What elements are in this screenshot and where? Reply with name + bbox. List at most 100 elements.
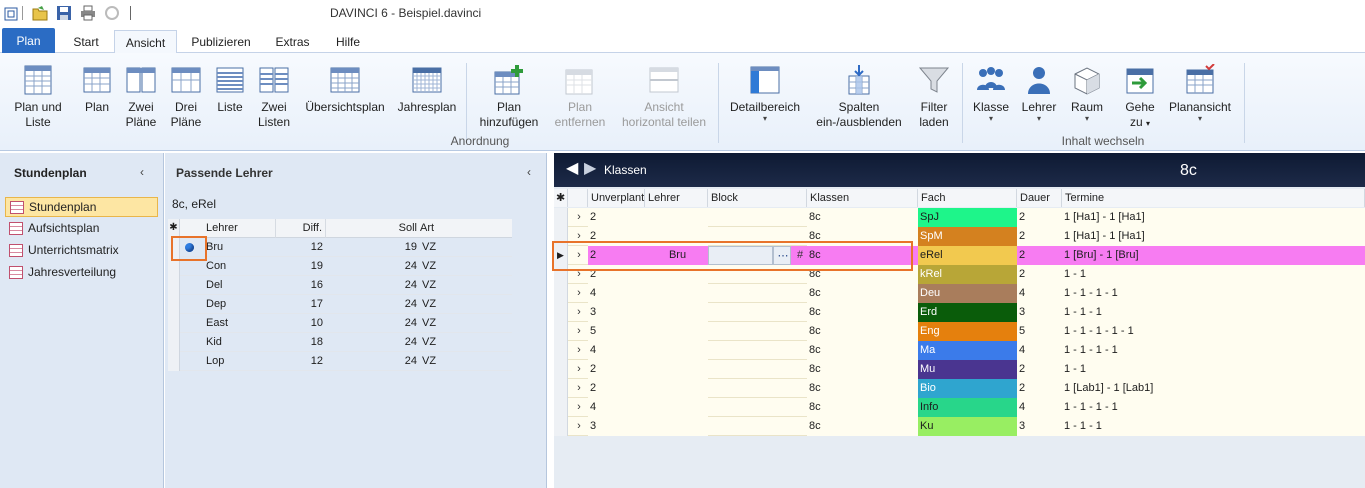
col-lehrer[interactable]: Lehrer [206, 219, 276, 238]
cell-lehrer [645, 379, 708, 398]
table-row[interactable]: › 4 8c Deu 4 1 - 1 - 1 - 1 [554, 284, 1365, 303]
expand-chevron-icon[interactable]: › [568, 341, 588, 360]
cell-unverplant: 3 [588, 417, 645, 436]
divider [130, 6, 131, 20]
col-fach[interactable]: Fach [918, 189, 1017, 207]
expand-chevron-icon[interactable]: › [568, 284, 588, 303]
tab-hilfe[interactable]: Hilfe [329, 30, 367, 54]
col-unverplant[interactable]: Unverplant [588, 189, 645, 207]
room-cube-icon [1074, 67, 1100, 95]
cell-diff: 12 [310, 241, 323, 253]
nav-item-jahresverteilung[interactable]: Jahresverteilung [5, 263, 158, 283]
plan-hinzufuegen-button[interactable]: Plan hinzufügen [474, 64, 544, 130]
table-row[interactable]: › 2 8c Mu 2 1 - 1 [554, 360, 1365, 379]
expand-chevron-icon[interactable]: › [568, 398, 588, 417]
label-line: Plan und [14, 100, 62, 114]
open-folder-icon[interactable] [32, 5, 48, 21]
plan-button[interactable]: Plan [78, 64, 116, 115]
cell-diff: 16 [310, 279, 323, 291]
cell-unverplant: 5 [588, 322, 645, 341]
tab-ansicht[interactable]: Ansicht [114, 30, 177, 55]
table-row[interactable]: › 4 8c Info 4 1 - 1 - 1 - 1 [554, 398, 1365, 417]
raum-button[interactable]: Raum ▾ [1066, 64, 1108, 123]
zwei-listen-button[interactable]: Zwei Listen [254, 64, 294, 130]
table-row[interactable]: › 2 8c SpJ 2 1 [Ha1] - 1 [Ha1] [554, 208, 1365, 227]
nav-item-stundenplan[interactable]: Stundenplan [5, 197, 158, 217]
table-row[interactable]: › 4 8c Ma 4 1 - 1 - 1 - 1 [554, 341, 1365, 360]
jahresplan-button[interactable]: Jahresplan [396, 64, 458, 115]
table-row[interactable]: › 5 8c Eng 5 1 - 1 - 1 - 1 - 1 [554, 322, 1365, 341]
expand-chevron-icon[interactable]: › [568, 417, 588, 436]
col-termine[interactable]: Termine [1062, 189, 1365, 207]
table-row[interactable]: › 3 8c Ku 3 1 - 1 - 1 [554, 417, 1365, 436]
plan-entfernen-button[interactable]: Plan entfernen [550, 64, 610, 130]
cell-klassen: 8c [807, 341, 918, 360]
cell-termine: 1 [Lab1] - 1 [Lab1] [1062, 379, 1365, 398]
ansicht-teilen-button[interactable]: Ansicht horizontal teilen [618, 64, 710, 130]
expand-chevron-icon[interactable]: › [568, 303, 588, 322]
planansicht-button[interactable]: Planansicht ▾ [1166, 64, 1234, 123]
table-row[interactable]: Con 19 24 VZ [168, 257, 512, 276]
collapse-chevron-icon[interactable]: ‹ [140, 165, 144, 179]
cell-termine: 1 [Ha1] - 1 [Ha1] [1062, 227, 1365, 246]
goto-calendar-icon [1126, 68, 1154, 94]
next-arrow-icon[interactable]: ▶ [584, 161, 596, 177]
plan-und-liste-button[interactable]: Plan und Liste [8, 64, 68, 130]
tab-start[interactable]: Start [64, 30, 108, 54]
cell-lehrer [645, 341, 708, 360]
spalten-button[interactable]: Spalten ein-/ausblenden [812, 64, 906, 130]
cell-lehrer: Kid [206, 336, 222, 348]
group-label-inhalt: Inhalt wechseln [1061, 134, 1145, 148]
expand-chevron-icon[interactable]: › [568, 379, 588, 398]
cell-lehrer: Lop [206, 355, 225, 367]
lehrer-button[interactable]: Lehrer ▾ [1018, 64, 1060, 123]
table-row[interactable]: Kid 18 24 VZ [168, 333, 512, 352]
filter-laden-button[interactable]: Filter laden [912, 64, 956, 130]
cell-unverplant: 3 [588, 303, 645, 322]
liste-button[interactable]: Liste [210, 64, 250, 115]
table-row[interactable]: Lop 12 24 VZ [168, 352, 512, 371]
col-block[interactable]: Block [708, 189, 807, 207]
table-header: ✱ Lehrer Diff. Soll Art [168, 219, 512, 238]
tab-extras[interactable]: Extras [270, 30, 315, 54]
print-icon[interactable] [80, 5, 96, 21]
klasse-button[interactable]: Klasse ▾ [970, 64, 1012, 123]
table-row[interactable]: Bru 12 19 VZ [168, 238, 512, 257]
prev-arrow-icon[interactable]: ◀ [566, 161, 578, 177]
collapse-chevron-icon[interactable]: ‹ [527, 165, 531, 179]
zwei-plaene-button[interactable]: Zwei Pläne [121, 64, 161, 130]
expand-chevron-icon[interactable]: › [568, 360, 588, 379]
col-lehrer[interactable]: Lehrer [645, 189, 708, 207]
nav-item-aufsichtsplan[interactable]: Aufsichtsplan [5, 219, 158, 239]
col-dauer[interactable]: Dauer [1017, 189, 1062, 207]
gehe-zu-button[interactable]: Gehe zu ▾ [1118, 64, 1162, 131]
table-row[interactable]: › 2 8c Bio 2 1 [Lab1] - 1 [Lab1] [554, 379, 1365, 398]
detailbereich-button[interactable]: Detailbereich ▾ [726, 64, 804, 123]
table-row[interactable]: East 10 24 VZ [168, 314, 512, 333]
cell-fach: Erd [918, 303, 1017, 322]
cell-unverplant: 4 [588, 284, 645, 303]
nav-item-label: Stundenplan [29, 200, 97, 214]
cell-soll: 19 [404, 241, 417, 253]
col-klassen[interactable]: Klassen [807, 189, 918, 207]
cell-dauer: 3 [1017, 417, 1062, 436]
table-row[interactable]: Del 16 24 VZ [168, 276, 512, 295]
tab-publizieren[interactable]: Publizieren [186, 30, 256, 54]
col-art[interactable]: Art [420, 219, 480, 238]
columns-icon [848, 65, 870, 95]
teachers-panel: Passende Lehrer ‹ 8c, eRel ✱ Lehrer Diff… [165, 153, 547, 488]
highlight-box [552, 241, 913, 271]
nav-item-unterrichtsmatrix[interactable]: Unterrichtsmatrix [5, 241, 158, 261]
save-icon[interactable] [56, 5, 72, 21]
table-row[interactable]: Dep 17 24 VZ [168, 295, 512, 314]
uebersichtsplan-button[interactable]: Übersichtsplan [302, 64, 388, 115]
expand-chevron-icon[interactable]: › [568, 322, 588, 341]
col-soll[interactable]: Soll [326, 219, 419, 238]
expand-chevron-icon[interactable]: › [568, 208, 588, 227]
refresh-icon[interactable] [104, 5, 120, 21]
cell-unverplant: 4 [588, 398, 645, 417]
col-diff[interactable]: Diff. [276, 219, 326, 238]
table-row[interactable]: › 3 8c Erd 3 1 - 1 - 1 [554, 303, 1365, 322]
tab-plan[interactable]: Plan [2, 28, 55, 53]
drei-plaene-button[interactable]: Drei Pläne [166, 64, 206, 130]
